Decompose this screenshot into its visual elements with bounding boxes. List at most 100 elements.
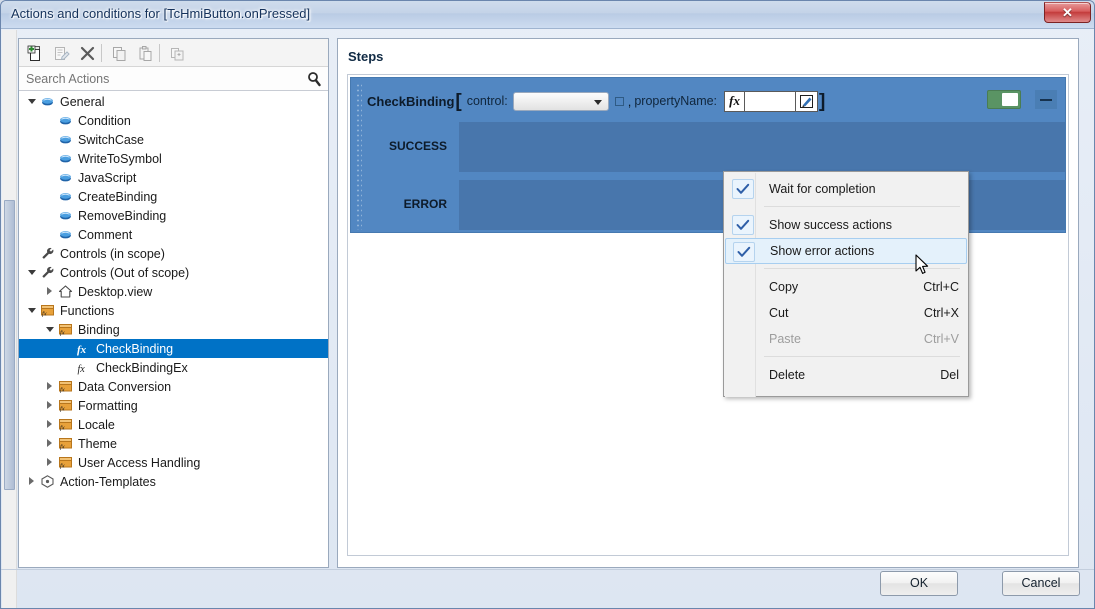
tree-item-switchcase[interactable]: SwitchCase (19, 130, 328, 149)
tree-item-binding[interactable]: fx Binding (19, 320, 328, 339)
collapse-step-button[interactable] (1035, 90, 1057, 109)
action-icon (56, 206, 74, 225)
chevron-right-icon[interactable] (43, 396, 56, 415)
title-bar: Actions and conditions for [TcHmiButton.… (1, 1, 1094, 29)
new-action-button[interactable] (23, 42, 47, 64)
tree-item-label: Desktop.view (78, 284, 153, 299)
control-dropdown[interactable] (512, 91, 609, 111)
menu-item-show-error-actions[interactable]: Show error actions (725, 238, 967, 264)
chevron-right-icon[interactable] (43, 415, 56, 434)
success-branch-dropzone[interactable] (459, 122, 1065, 172)
tree-item-theme[interactable]: fx Theme (19, 434, 328, 453)
chevron-right-icon[interactable] (43, 434, 56, 453)
success-branch-row: SUCCESS (367, 122, 1065, 172)
toolbar-separator (101, 44, 102, 62)
chevron-right-icon[interactable] (25, 472, 38, 491)
menu-item-wait-for-completion[interactable]: Wait for completion (725, 176, 969, 202)
tree-item-data-conversion[interactable]: fx Data Conversion (19, 377, 328, 396)
chevron-down-icon[interactable] (25, 92, 38, 111)
tree-item-label: Data Conversion (78, 379, 172, 394)
minus-icon (1040, 98, 1052, 101)
tree-item-user-access-handling[interactable]: fx User Access Handling (19, 453, 328, 472)
menu-icon-slot (732, 365, 754, 385)
tree-item-checkbinding[interactable]: fx CheckBinding (19, 339, 328, 358)
context-menu[interactable]: Wait for completion Show success actions S… (723, 171, 969, 397)
chevron-down-icon[interactable] (43, 320, 56, 339)
tree-item-condition[interactable]: Condition (19, 111, 328, 130)
home-icon (56, 282, 74, 301)
tree-item-checkbindingex[interactable]: fx CheckBindingEx (19, 358, 328, 377)
menu-item-copy[interactable]: Copy Ctrl+C (725, 274, 969, 300)
chevron-right-icon[interactable] (43, 282, 56, 301)
chevron-down-icon[interactable] (25, 301, 38, 320)
tree-item-label: Action-Templates (60, 474, 156, 489)
ok-button[interactable]: OK (880, 571, 958, 596)
toolbar-separator-2 (159, 44, 160, 62)
wrench-icon (38, 244, 56, 263)
menu-item-delete[interactable]: Delete Del (725, 362, 969, 388)
menu-separator (764, 268, 960, 269)
paste-action-button[interactable] (133, 42, 157, 64)
fx-icon[interactable]: fx (725, 91, 746, 111)
steps-title: Steps (348, 49, 384, 64)
tree-item-general[interactable]: General (19, 92, 328, 111)
svg-text:fx: fx (60, 425, 65, 432)
tree-item-label: Binding (78, 322, 120, 337)
fx-icon: fx (74, 358, 92, 377)
wait-for-completion-toggle[interactable] (987, 90, 1021, 109)
actions-tree[interactable]: General Condition SwitchCase WriteToSymbol J… (19, 92, 328, 567)
bracket-close: ] (819, 90, 826, 112)
tree-item-controls-out-of-scope[interactable]: Controls (Out of scope) (19, 263, 328, 282)
propertyname-input[interactable] (745, 91, 796, 111)
tree-item-desktop-view[interactable]: Desktop.view (19, 282, 328, 301)
success-branch-label: SUCCESS (388, 139, 447, 153)
tree-item-functions[interactable]: fx Functions (19, 301, 328, 320)
edit-action-button[interactable] (49, 42, 73, 64)
chevron-right-icon[interactable] (43, 377, 56, 396)
tree-item-label: Comment (78, 227, 133, 242)
menu-item-label: Delete (769, 368, 806, 382)
control-param-label: control: (466, 94, 508, 108)
menu-icon-slot (732, 303, 754, 323)
tree-item-controls-in-scope[interactable]: Controls (in scope) (19, 244, 328, 263)
copy-action-button[interactable] (107, 42, 131, 64)
edit-pencil-icon[interactable] (795, 91, 818, 111)
chevron-right-icon[interactable] (43, 453, 56, 472)
menu-item-shortcut: Ctrl+X (923, 306, 959, 320)
search-box[interactable] (19, 67, 328, 91)
function-folder-icon: fx (56, 377, 74, 396)
drag-handle[interactable] (355, 82, 362, 230)
window-scrollbar[interactable] (2, 30, 17, 608)
close-button[interactable]: ✕ (1044, 2, 1091, 23)
menu-item-show-success-actions[interactable]: Show success actions (725, 212, 969, 238)
menu-item-cut[interactable]: Cut Ctrl+X (725, 300, 969, 326)
tree-item-locale[interactable]: fx Locale (19, 415, 328, 434)
search-input[interactable] (24, 70, 299, 88)
tree-item-label: JavaScript (78, 170, 137, 185)
tree-item-createbinding[interactable]: CreateBinding (19, 187, 328, 206)
actions-toolbar (19, 39, 328, 67)
footer-separator (1, 569, 1094, 570)
function-folder-icon: fx (56, 320, 74, 339)
chevron-down-icon (593, 99, 602, 105)
svg-text:fx: fx (77, 344, 87, 356)
tree-item-javascript[interactable]: JavaScript (19, 168, 328, 187)
tree-item-removebinding[interactable]: RemoveBinding (19, 206, 328, 225)
chevron-down-icon[interactable] (25, 263, 38, 282)
tree-item-comment[interactable]: Comment (19, 225, 328, 244)
window-scrollbar-thumb[interactable] (4, 200, 15, 490)
propertyname-field-group[interactable]: fx (724, 90, 819, 112)
tree-item-formatting[interactable]: fx Formatting (19, 396, 328, 415)
control-binding-checkbox[interactable] (614, 96, 624, 106)
tree-item-label: WriteToSymbol (78, 151, 162, 166)
cancel-button[interactable]: Cancel (1002, 571, 1080, 596)
tree-item-action-templates[interactable]: Action-Templates (19, 472, 328, 491)
delete-action-button[interactable] (75, 42, 99, 64)
function-folder-icon: fx (56, 415, 74, 434)
tree-item-writetosymbol[interactable]: WriteToSymbol (19, 149, 328, 168)
duplicate-action-button[interactable] (165, 42, 189, 64)
svg-text:fx: fx (60, 444, 65, 451)
